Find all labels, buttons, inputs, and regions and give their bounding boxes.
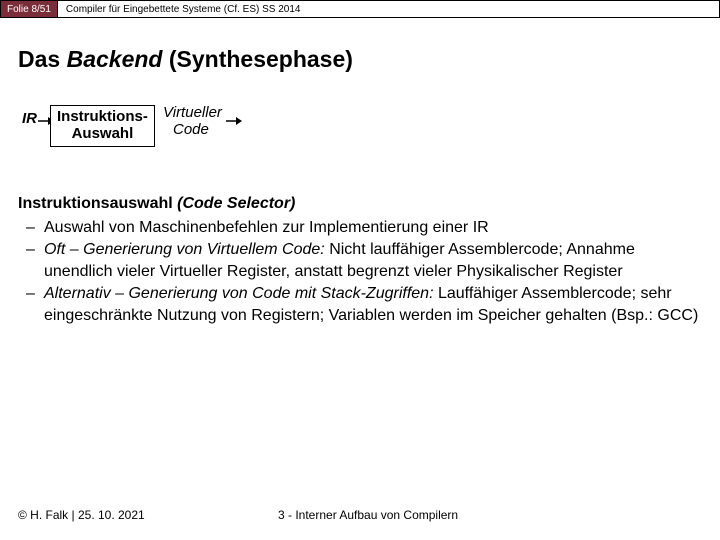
footer-right: 3 - Interner Aufbau von Compilern bbox=[278, 508, 458, 522]
footer-left: © H. Falk | 25. 10. 2021 bbox=[18, 508, 145, 522]
arrow-icon bbox=[226, 115, 242, 127]
list-item: Auswahl von Maschinenbefehlen zur Implem… bbox=[18, 217, 702, 239]
item-em: Alternativ – Generierung von Code mit St… bbox=[44, 285, 438, 302]
list-item: Alternativ – Generierung von Code mit St… bbox=[18, 283, 702, 326]
title-prefix: Das bbox=[18, 46, 67, 72]
heading-plain: Instruktionsauswahl bbox=[18, 195, 177, 212]
slide-title: Das Backend (Synthesephase) bbox=[18, 46, 720, 73]
item-em: Oft – Generierung von Virtuellem Code: bbox=[44, 241, 329, 258]
bullet-list: Auswahl von Maschinenbefehlen zur Implem… bbox=[18, 217, 702, 327]
pipeline-diagram: IR Instruktions- Auswahl Virtueller Code bbox=[18, 105, 720, 153]
virtual-code-label: Virtueller Code bbox=[163, 105, 222, 138]
vcode-line2: Code bbox=[163, 122, 222, 139]
slide-footer: © H. Falk | 25. 10. 2021 3 - Interner Au… bbox=[18, 508, 702, 522]
instruction-selection-box: Instruktions- Auswahl bbox=[50, 105, 155, 147]
page-number: Folie 8/51 bbox=[0, 0, 58, 18]
box-line2: Auswahl bbox=[57, 125, 148, 142]
course-title: Compiler für Eingebettete Systeme (Cf. E… bbox=[58, 0, 720, 18]
title-emph: Backend bbox=[67, 46, 163, 72]
ir-label: IR bbox=[22, 110, 37, 127]
title-suffix: (Synthesephase) bbox=[162, 46, 352, 72]
slide-body: Instruktionsauswahl (Code Selector) Ausw… bbox=[18, 193, 702, 327]
heading-em: (Code Selector) bbox=[177, 195, 295, 212]
slide-header: Folie 8/51 Compiler für Eingebettete Sys… bbox=[0, 0, 720, 18]
section-heading: Instruktionsauswahl (Code Selector) bbox=[18, 193, 702, 215]
list-item: Oft – Generierung von Virtuellem Code: N… bbox=[18, 239, 702, 282]
item-text: Auswahl von Maschinenbefehlen zur Implem… bbox=[44, 219, 489, 236]
box-line1: Instruktions- bbox=[57, 108, 148, 125]
vcode-line1: Virtueller bbox=[163, 105, 222, 122]
